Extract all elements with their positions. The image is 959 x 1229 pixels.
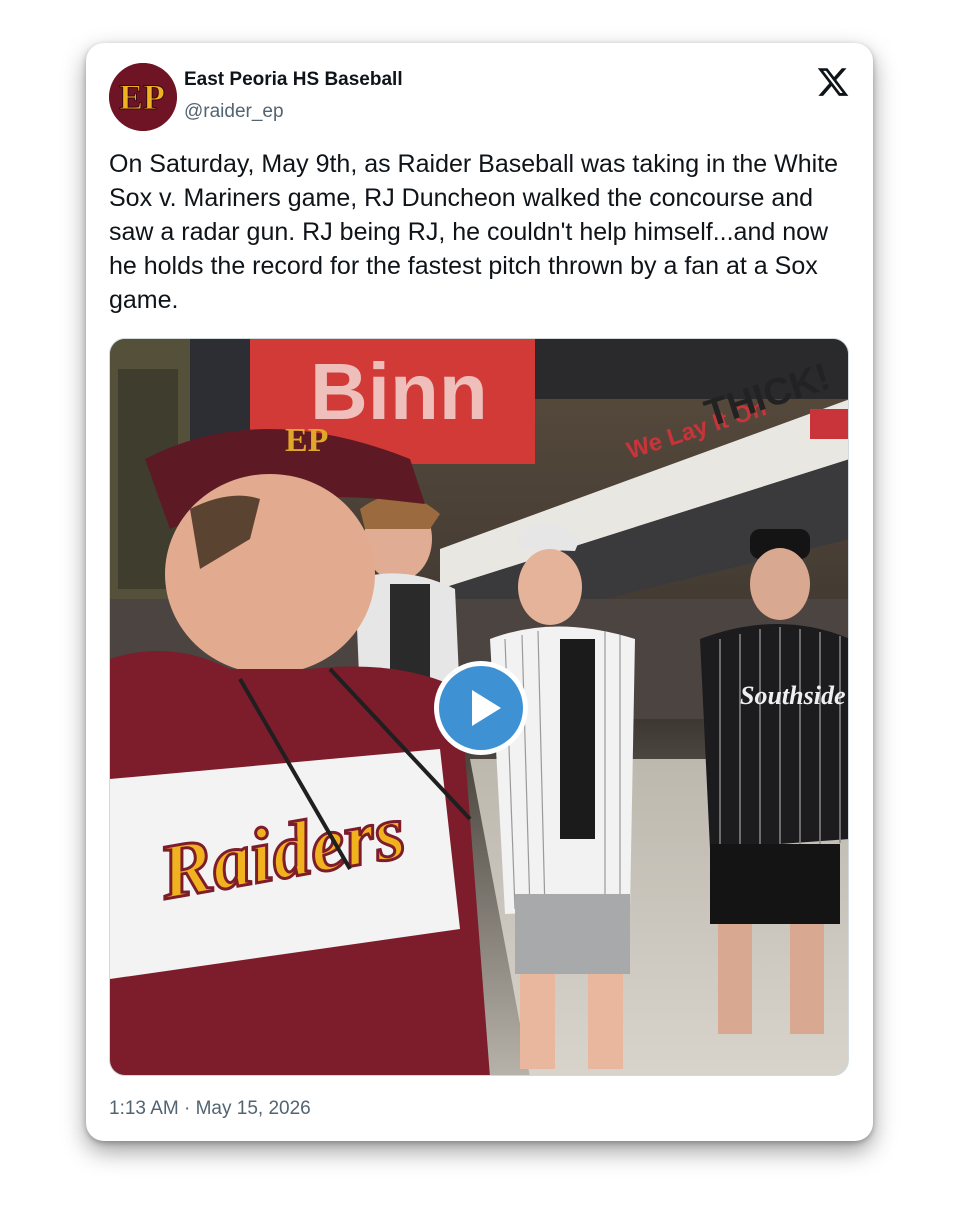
- x-logo-icon[interactable]: [816, 65, 850, 99]
- ep-logo-icon: EP: [109, 63, 177, 131]
- video-player[interactable]: Binn We Lay It On THICK! Southside EP Ra…: [109, 338, 849, 1076]
- tweet-timestamp[interactable]: 1:13 AM · May 15, 2026: [109, 1098, 311, 1120]
- account-handle[interactable]: @raider_ep: [184, 101, 284, 123]
- tweet-text: On Saturday, May 9th, as Raider Baseball…: [109, 150, 839, 314]
- svg-text:EP: EP: [119, 77, 165, 117]
- play-button[interactable]: [434, 661, 528, 755]
- tweet-card: EP East Peoria HS Baseball @raider_ep On…: [86, 43, 873, 1141]
- play-icon: [472, 690, 501, 726]
- svg-text:Binn: Binn: [310, 347, 488, 436]
- account-name[interactable]: East Peoria HS Baseball: [184, 69, 403, 91]
- svg-text:Southside: Southside: [740, 681, 846, 710]
- avatar[interactable]: EP: [109, 63, 177, 131]
- svg-text:EP: EP: [285, 422, 328, 459]
